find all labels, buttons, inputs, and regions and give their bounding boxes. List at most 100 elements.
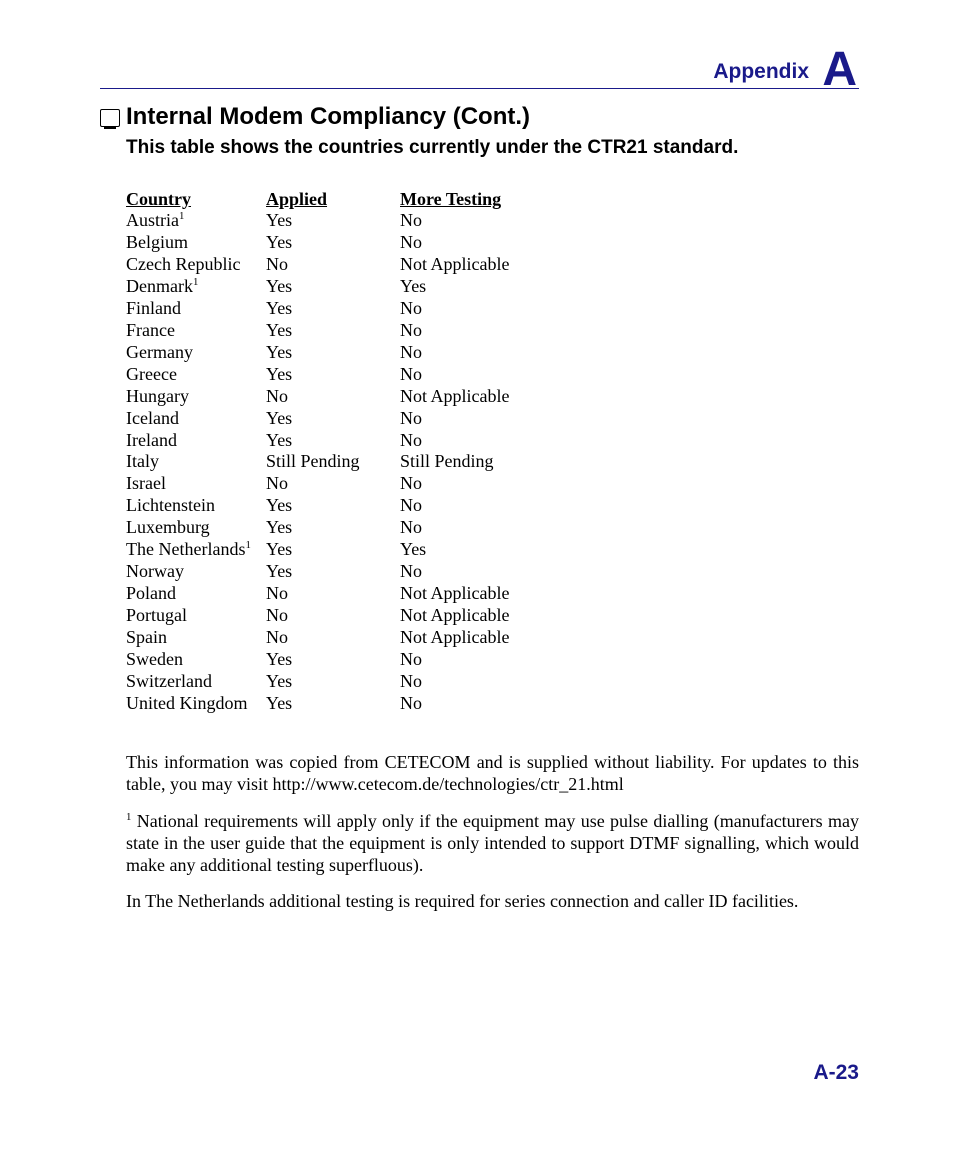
cell-more-testing: No: [400, 298, 509, 320]
table-row: Denmark1YesYes: [126, 276, 509, 298]
cell-applied: Still Pending: [266, 451, 400, 473]
cell-applied: Yes: [266, 210, 400, 232]
cell-more-testing: No: [400, 517, 509, 539]
cell-country: Greece: [126, 364, 266, 386]
compliance-table: Country Applied More Testing Austria1Yes…: [126, 189, 509, 715]
header-rule: Appendix A: [100, 38, 859, 89]
table-header-row: Country Applied More Testing: [126, 189, 509, 210]
cell-applied: Yes: [266, 408, 400, 430]
table-row: GermanyYesNo: [126, 342, 509, 364]
cell-more-testing: No: [400, 693, 509, 715]
cell-applied: Yes: [266, 671, 400, 693]
table-row: BelgiumYesNo: [126, 232, 509, 254]
cell-more-testing: Not Applicable: [400, 583, 509, 605]
cell-applied: Yes: [266, 276, 400, 298]
cell-more-testing: No: [400, 671, 509, 693]
cell-applied: Yes: [266, 649, 400, 671]
cell-applied: Yes: [266, 298, 400, 320]
cell-more-testing: Not Applicable: [400, 605, 509, 627]
table-row: SwedenYesNo: [126, 649, 509, 671]
footnote-text: National requirements will apply only if…: [126, 811, 859, 876]
cell-more-testing: Not Applicable: [400, 386, 509, 408]
table-row: United KingdomYesNo: [126, 693, 509, 715]
cell-country: Poland: [126, 583, 266, 605]
cell-applied: Yes: [266, 495, 400, 517]
cell-applied: Yes: [266, 342, 400, 364]
table-row: LichtensteinYesNo: [126, 495, 509, 517]
cell-applied: Yes: [266, 430, 400, 452]
cell-applied: Yes: [266, 517, 400, 539]
cell-country: Lichtenstein: [126, 495, 266, 517]
cell-applied: Yes: [266, 320, 400, 342]
cell-country: Spain: [126, 627, 266, 649]
col-header-country: Country: [126, 189, 266, 210]
cell-more-testing: No: [400, 232, 509, 254]
cell-country: Iceland: [126, 408, 266, 430]
table-row: PolandNoNot Applicable: [126, 583, 509, 605]
footnote-marker: 1: [179, 210, 184, 222]
cell-country: Israel: [126, 473, 266, 495]
cell-more-testing: No: [400, 342, 509, 364]
cell-applied: Yes: [266, 693, 400, 715]
cell-more-testing: Not Applicable: [400, 254, 509, 276]
cell-applied: No: [266, 627, 400, 649]
cell-country: Ireland: [126, 430, 266, 452]
table-row: Czech RepublicNoNot Applicable: [126, 254, 509, 276]
table-row: PortugalNoNot Applicable: [126, 605, 509, 627]
cell-more-testing: Still Pending: [400, 451, 509, 473]
cell-more-testing: No: [400, 561, 509, 583]
cell-applied: No: [266, 473, 400, 495]
cell-country: Luxemburg: [126, 517, 266, 539]
cell-applied: No: [266, 583, 400, 605]
cell-more-testing: No: [400, 408, 509, 430]
page-number: A-23: [813, 1061, 859, 1085]
table-row: ItalyStill PendingStill Pending: [126, 451, 509, 473]
table-row: SwitzerlandYesNo: [126, 671, 509, 693]
appendix-label: Appendix: [713, 60, 809, 84]
table-row: IcelandYesNo: [126, 408, 509, 430]
cell-applied: No: [266, 605, 400, 627]
cell-applied: No: [266, 254, 400, 276]
cell-more-testing: No: [400, 364, 509, 386]
table-row: HungaryNoNot Applicable: [126, 386, 509, 408]
cell-more-testing: No: [400, 649, 509, 671]
cell-country: France: [126, 320, 266, 342]
table-row: IrelandYesNo: [126, 430, 509, 452]
cell-country: Germany: [126, 342, 266, 364]
table-row: Austria1YesNo: [126, 210, 509, 232]
section-title-text: Internal Modem Compliancy (Cont.): [126, 103, 530, 131]
cell-country: Finland: [126, 298, 266, 320]
cell-country: Portugal: [126, 605, 266, 627]
cell-more-testing: No: [400, 210, 509, 232]
cell-country: Norway: [126, 561, 266, 583]
cell-more-testing: Yes: [400, 539, 509, 561]
footnote-marker: 1: [193, 276, 198, 288]
cell-applied: Yes: [266, 539, 400, 561]
table-row: NorwayYesNo: [126, 561, 509, 583]
cell-country: Italy: [126, 451, 266, 473]
cell-more-testing: No: [400, 430, 509, 452]
paragraph-source: This information was copied from CETECOM…: [126, 751, 859, 796]
table-row: IsraelNoNo: [126, 473, 509, 495]
table-row: FranceYesNo: [126, 320, 509, 342]
paragraph-footnote-1: 1 National requirements will apply only …: [126, 810, 859, 877]
cell-country: Sweden: [126, 649, 266, 671]
cell-more-testing: Yes: [400, 276, 509, 298]
cell-country: Czech Republic: [126, 254, 266, 276]
cell-country: United Kingdom: [126, 693, 266, 715]
cell-country: Belgium: [126, 232, 266, 254]
cell-country: Hungary: [126, 386, 266, 408]
section-title: Internal Modem Compliancy (Cont.): [100, 103, 859, 131]
cell-more-testing: No: [400, 473, 509, 495]
table-row: The Netherlands1YesYes: [126, 539, 509, 561]
page: Appendix A Internal Modem Compliancy (Co…: [0, 0, 954, 1155]
section-subtitle: This table shows the countries currently…: [126, 137, 859, 159]
table-row: LuxemburgYesNo: [126, 517, 509, 539]
paragraph-netherlands-note: In The Netherlands additional testing is…: [126, 890, 859, 912]
cell-applied: Yes: [266, 232, 400, 254]
col-header-more-testing: More Testing: [400, 189, 509, 210]
cell-applied: Yes: [266, 561, 400, 583]
cell-applied: No: [266, 386, 400, 408]
table-row: GreeceYesNo: [126, 364, 509, 386]
col-header-applied: Applied: [266, 189, 400, 210]
